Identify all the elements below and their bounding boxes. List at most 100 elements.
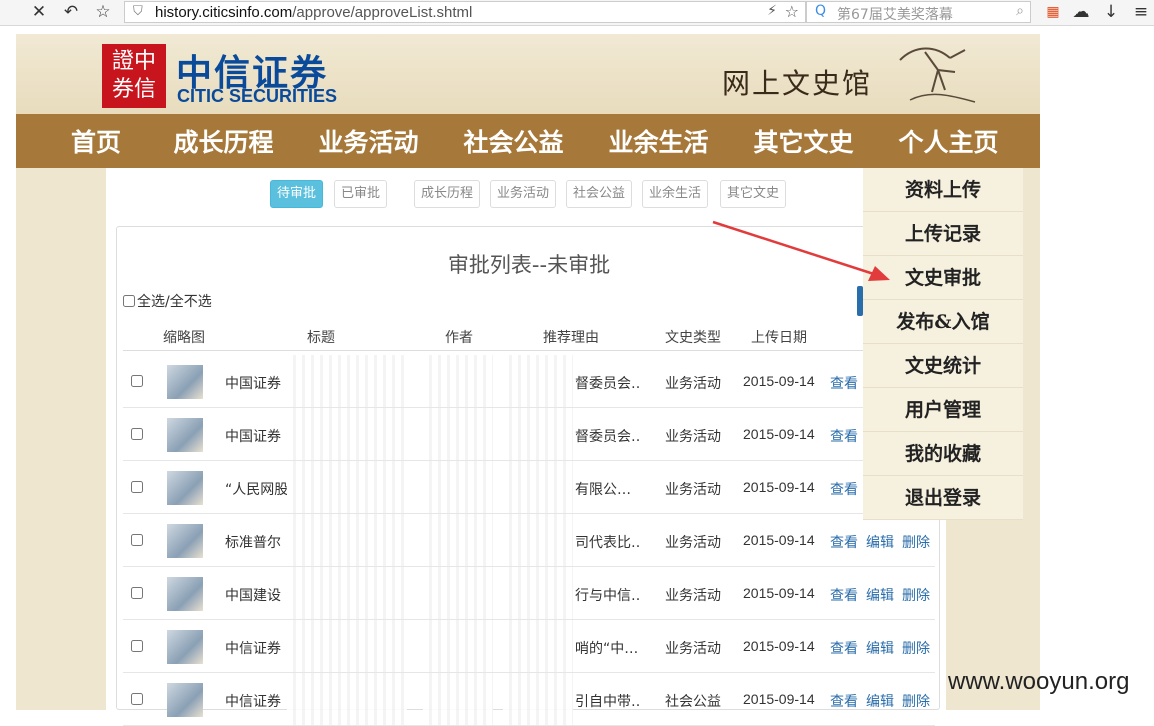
- tab-category[interactable]: 业余生活: [642, 180, 709, 208]
- redacted-title: [287, 673, 407, 725]
- thumbnail[interactable]: [167, 630, 203, 664]
- row-title[interactable]: 标准普尔: [225, 532, 287, 552]
- thumbnail[interactable]: [167, 683, 203, 717]
- row-checkbox[interactable]: [131, 587, 143, 599]
- row-checkbox[interactable]: [131, 534, 143, 546]
- action-link[interactable]: 查看: [830, 532, 858, 552]
- redacted-author: [423, 514, 493, 566]
- lightning-icon[interactable]: ⚡: [767, 3, 777, 19]
- row-reason: 有限公…: [575, 482, 631, 498]
- site-header: 證中券信 中信证券 CITIC SECURITIES 网上文史馆: [16, 34, 1040, 114]
- nav-item[interactable]: 业余生活: [601, 123, 716, 159]
- sidebar-item[interactable]: 上传记录: [863, 212, 1023, 256]
- row-checkbox[interactable]: [131, 428, 143, 440]
- tab-status[interactable]: 已审批: [334, 180, 388, 208]
- action-link[interactable]: 查看: [830, 638, 858, 658]
- download-icon[interactable]: ↓: [1098, 0, 1124, 26]
- redacted-title: [287, 620, 407, 672]
- row-type: 业务活动: [665, 641, 721, 657]
- menu-icon[interactable]: ≡: [1128, 0, 1154, 26]
- sidebar-item[interactable]: 资料上传: [863, 168, 1023, 212]
- nav-item[interactable]: 其它文史: [746, 123, 861, 159]
- nav-item[interactable]: 首页: [56, 123, 136, 159]
- thumbnail[interactable]: [167, 365, 203, 399]
- action-link[interactable]: 查看: [830, 479, 858, 499]
- row-date: 2015-09-14: [743, 532, 815, 548]
- tab-category[interactable]: 成长历程: [414, 180, 481, 208]
- action-link[interactable]: 删除: [902, 585, 930, 605]
- bookmark-star-icon[interactable]: ☆: [785, 2, 799, 21]
- nav-item[interactable]: 业务活动: [311, 123, 426, 159]
- back-icon[interactable]: ↶: [58, 0, 84, 26]
- action-link[interactable]: 删除: [902, 532, 930, 552]
- table-row: 中信证券 引自中带… 社会公益 2015-09-14 查看 编辑 删除: [123, 673, 935, 726]
- apps-icon[interactable]: ▦: [1040, 0, 1066, 26]
- nav-item[interactable]: 成长历程: [166, 123, 281, 159]
- search-box[interactable]: Q 第67届艾美奖落幕 ⌕: [806, 1, 1031, 23]
- tab-category[interactable]: 其它文史: [720, 180, 787, 208]
- page-margin-right: [1040, 34, 1154, 710]
- action-link[interactable]: 查看: [830, 691, 858, 711]
- main-nav: 首页 成长历程 业务活动 社会公益 业余生活 其它文史 个人主页: [16, 114, 1040, 168]
- redacted-reason: [503, 567, 573, 619]
- favorite-star-icon[interactable]: ☆: [90, 0, 116, 26]
- sidebar-item[interactable]: 发布&入馆: [863, 300, 1023, 344]
- action-link[interactable]: 删除: [902, 638, 930, 658]
- thumbnail[interactable]: [167, 577, 203, 611]
- action-link[interactable]: 查看: [830, 373, 858, 393]
- search-input[interactable]: 第67届艾美奖落幕: [837, 4, 953, 24]
- row-title[interactable]: 中信证券: [225, 691, 287, 711]
- redacted-author: [423, 567, 493, 619]
- row-checkbox[interactable]: [131, 481, 143, 493]
- row-title[interactable]: “人民网股: [225, 479, 287, 499]
- tab-category[interactable]: 业务活动: [490, 180, 557, 208]
- action-link[interactable]: 编辑: [866, 585, 894, 605]
- stop-icon[interactable]: ✕: [26, 0, 52, 26]
- select-all-label: 全选/全不选: [137, 294, 212, 310]
- sidebar-item[interactable]: 退出登录: [863, 476, 1023, 520]
- browser-toolbar: ✕ ↶ ☆ ⛉ history.citicsinfo.com/approve/a…: [0, 0, 1154, 26]
- action-link[interactable]: 删除: [902, 691, 930, 711]
- row-title[interactable]: 中信证券: [225, 638, 287, 658]
- row-reason: 引自中带…: [575, 694, 641, 710]
- sidebar-item[interactable]: 用户管理: [863, 388, 1023, 432]
- row-date: 2015-09-14: [743, 691, 815, 707]
- column-header: 标题: [307, 330, 335, 346]
- sidebar-item[interactable]: 文史审批: [863, 256, 1023, 300]
- crane-icon: [899, 47, 976, 103]
- thumbnail[interactable]: [167, 471, 203, 505]
- action-link[interactable]: 编辑: [866, 691, 894, 711]
- row-checkbox[interactable]: [131, 693, 143, 705]
- column-header: 作者: [445, 330, 473, 346]
- search-icon[interactable]: ⌕: [1016, 3, 1024, 19]
- thumbnail[interactable]: [167, 524, 203, 558]
- action-link[interactable]: 编辑: [866, 638, 894, 658]
- row-checkbox[interactable]: [131, 375, 143, 387]
- thumbnail[interactable]: [167, 418, 203, 452]
- row-type: 业务活动: [665, 376, 721, 392]
- redacted-author: [423, 673, 493, 725]
- watermark-text: www.wooyun.org: [948, 668, 1130, 695]
- redacted-author: [423, 461, 493, 513]
- row-checkbox[interactable]: [131, 640, 143, 652]
- row-title[interactable]: 中国建设: [225, 585, 287, 605]
- cloud-icon[interactable]: ☁: [1068, 0, 1094, 26]
- select-all[interactable]: 全选/全不选: [123, 291, 212, 311]
- row-title[interactable]: 中国证券: [225, 426, 287, 446]
- action-link[interactable]: 查看: [830, 585, 858, 605]
- action-link[interactable]: 编辑: [866, 532, 894, 552]
- action-link[interactable]: 查看: [830, 426, 858, 446]
- nav-item[interactable]: 社会公益: [456, 123, 571, 159]
- sidebar-item[interactable]: 文史统计: [863, 344, 1023, 388]
- column-header: 缩略图: [163, 330, 205, 346]
- row-date: 2015-09-14: [743, 638, 815, 654]
- select-all-checkbox[interactable]: [123, 295, 135, 307]
- address-bar[interactable]: ⛉ history.citicsinfo.com/approve/approve…: [124, 1, 806, 23]
- row-title[interactable]: 中国证券: [225, 373, 287, 393]
- nav-item[interactable]: 个人主页: [891, 123, 1006, 159]
- sidebar-item[interactable]: 我的收藏: [863, 432, 1023, 476]
- search-engine-icon: Q: [815, 3, 827, 19]
- seal-text: 證中券信: [111, 49, 156, 102]
- tab-category[interactable]: 社会公益: [566, 180, 633, 208]
- tab-status[interactable]: 待审批: [270, 180, 324, 208]
